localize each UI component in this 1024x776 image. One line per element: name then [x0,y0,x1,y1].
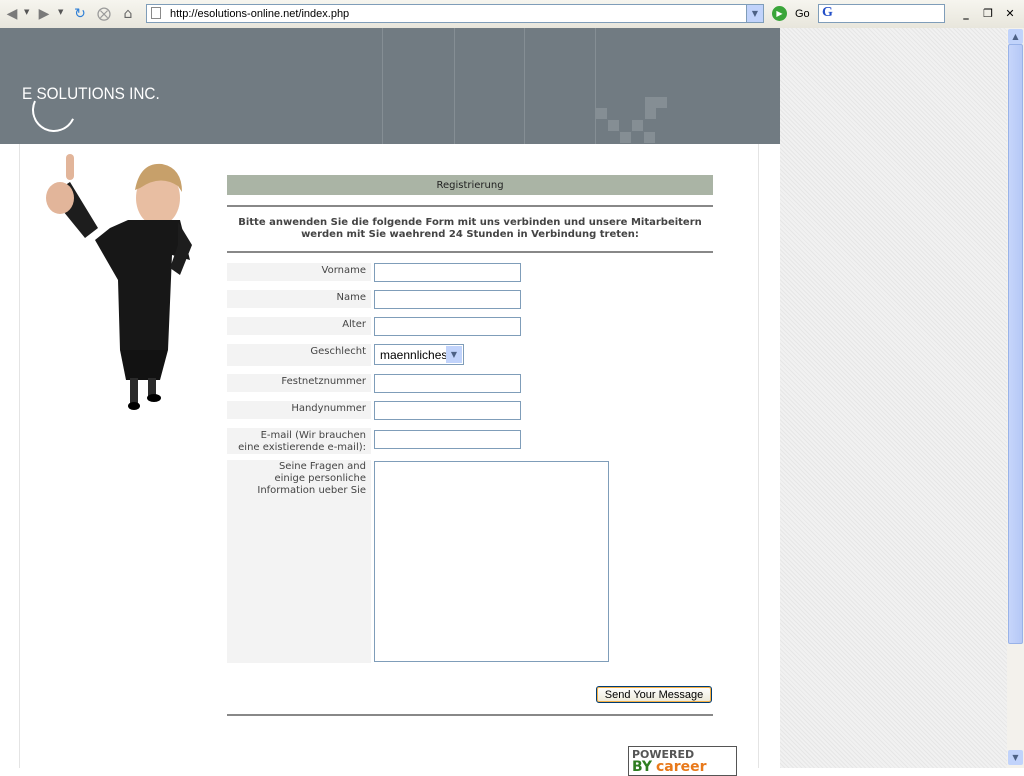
header-divider [454,28,455,144]
close-icon[interactable]: ✕ [1002,6,1018,20]
geschlecht-select[interactable]: maennliches ▼ [374,344,464,365]
search-box[interactable]: G [818,4,945,23]
alter-input[interactable] [374,317,521,336]
vertical-scrollbar[interactable]: ▲ ▼ [1007,28,1024,768]
site-logo[interactable]: E SOLUTIONS INC. [22,84,160,104]
divider [227,714,713,716]
browser-toolbar: ◀ ▼ ▶ ▼ ↻ ⨂ ⌂ http://esolutions-online.n… [0,0,1024,29]
label-alter: Alter [227,317,371,335]
stop-icon[interactable]: ⨂ [94,4,114,24]
scroll-thumb[interactable] [1008,44,1023,644]
badge-line2a: BY [632,759,653,775]
header-square [608,120,619,131]
send-message-button[interactable]: Send Your Message [596,686,712,703]
refresh-icon[interactable]: ↻ [70,4,90,24]
powered-by-badge[interactable]: POWERED BY career [628,746,737,776]
scroll-down-icon[interactable]: ▼ [1008,750,1023,765]
address-dropdown-icon[interactable]: ▼ [746,5,763,22]
header-square [645,108,656,119]
divider [227,251,713,253]
label-email: E-mail (Wir brauchen eine existierende e… [227,428,371,454]
form-intro-text: Bitte anwenden Sie die folgende Form mit… [238,217,702,240]
address-bar[interactable]: http://esolutions-online.net/index.php ▼ [146,4,764,23]
fragen-textarea[interactable] [374,461,609,662]
header-square [632,120,643,131]
chevron-down-icon[interactable]: ▼ [446,346,462,363]
header-divider [524,28,525,144]
go-icon[interactable]: ▶ [772,6,787,21]
back-icon[interactable]: ◀ [2,4,22,24]
divider [227,205,713,207]
label-name: Name [227,290,371,308]
forward-dropdown-icon[interactable]: ▼ [58,8,63,16]
go-button[interactable]: Go [795,8,810,20]
label-vorname: Vorname [227,263,371,281]
back-dropdown-icon[interactable]: ▼ [24,8,29,16]
google-icon: G [822,5,833,20]
handy-input[interactable] [374,401,521,420]
header-square [656,97,667,108]
header-square [645,97,656,108]
forward-icon[interactable]: ▶ [34,4,54,24]
vorname-input[interactable] [374,263,521,282]
site-header: E SOLUTIONS INC. [0,28,780,144]
email-input[interactable] [374,430,521,449]
label-fragen: Seine Fragen and einige personliche Info… [227,460,371,663]
label-handy: Handynummer [227,401,371,419]
form-title-bar: Registrierung [227,175,713,195]
restore-icon[interactable]: ❐ [980,6,996,20]
header-divider [382,28,383,144]
scroll-up-icon[interactable]: ▲ [1008,29,1023,44]
minimize-icon[interactable]: _ [958,6,974,20]
page-icon [151,7,161,19]
header-divider [595,28,596,144]
address-url[interactable]: http://esolutions-online.net/index.php [170,8,349,20]
header-square [596,108,607,119]
badge-line2b: career [656,759,707,775]
name-input[interactable] [374,290,521,309]
header-square [644,132,655,143]
home-icon[interactable]: ⌂ [118,4,138,24]
geschlecht-value: maennliches [380,348,448,362]
businesswoman-thumbs-up-image [46,154,192,410]
label-geschlecht: Geschlecht [227,344,371,366]
festnetz-input[interactable] [374,374,521,393]
header-square [620,132,631,143]
label-festnetz: Festnetznummer [227,374,371,392]
page-background-pattern [780,28,1007,768]
